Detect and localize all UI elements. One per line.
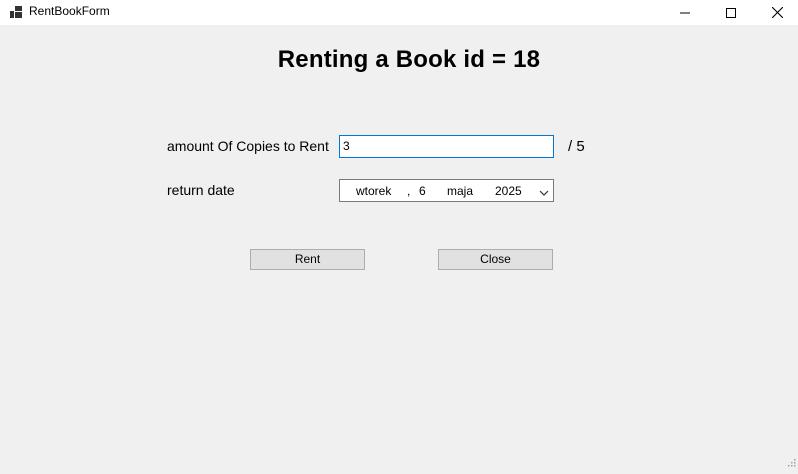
chevron-down-icon[interactable]: [539, 186, 549, 200]
date-separator: ,: [407, 184, 411, 198]
minimize-icon: [680, 8, 690, 18]
rent-button[interactable]: Rent: [250, 249, 365, 270]
maximize-button[interactable]: [708, 0, 754, 25]
close-button[interactable]: Close: [438, 249, 553, 270]
copies-label: amount Of Copies to Rent: [167, 138, 329, 154]
copies-max-label: / 5: [568, 138, 585, 155]
copies-input[interactable]: 3: [339, 135, 554, 158]
return-date-picker[interactable]: wtorek , 6 maja 2025: [339, 179, 554, 202]
close-window-button[interactable]: [754, 0, 798, 25]
window-title: RentBookForm: [29, 4, 110, 18]
resize-grip-icon[interactable]: [786, 454, 796, 472]
date-month[interactable]: maja: [447, 184, 473, 198]
date-weekday[interactable]: wtorek: [356, 184, 391, 198]
date-day[interactable]: 6: [419, 184, 426, 198]
close-icon: [771, 7, 783, 18]
page-title: Renting a Book id = 18: [277, 46, 541, 73]
title-bar[interactable]: RentBookForm: [0, 0, 798, 25]
minimize-button[interactable]: [662, 0, 708, 25]
return-date-label: return date: [167, 182, 235, 198]
maximize-icon: [726, 7, 736, 18]
date-year[interactable]: 2025: [495, 184, 522, 198]
app-icon: [10, 5, 22, 18]
